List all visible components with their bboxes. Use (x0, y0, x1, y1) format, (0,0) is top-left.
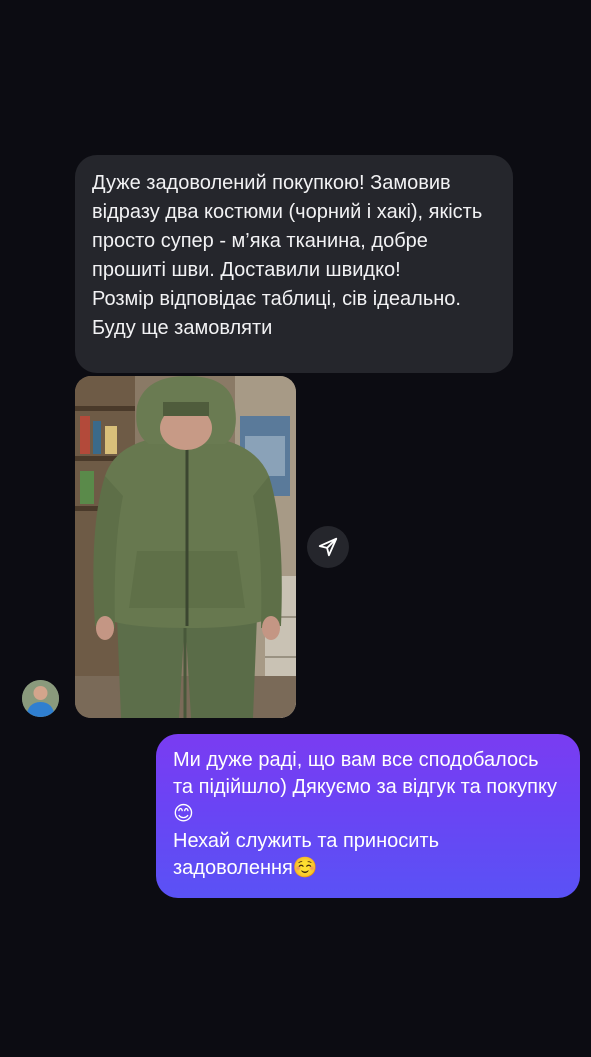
outgoing-message-text-1: Ми дуже раді, що вам все сподобалось та … (173, 749, 557, 825)
photo-attachment[interactable] (75, 376, 296, 718)
outgoing-message-text-2: Нехай служить та приносить задоволення☺️ (173, 830, 439, 879)
photo-man-khaki-tracksuit (75, 376, 296, 718)
chat-thread: Дуже задоволений покупкою! Замовив відра… (0, 0, 591, 1057)
user-avatar[interactable] (22, 680, 59, 717)
share-button[interactable] (307, 526, 349, 568)
incoming-message-text-2: Розмір відповідає таблиці, сів ідеально.… (92, 288, 461, 339)
incoming-message-text-1: Дуже задоволений покупкою! Замовив відра… (92, 172, 483, 281)
paper-plane-icon (318, 537, 338, 557)
incoming-message-bubble[interactable]: Дуже задоволений покупкою! Замовив відра… (75, 155, 513, 373)
outgoing-message-bubble[interactable]: Ми дуже раді, що вам все сподобалось та … (156, 734, 580, 898)
avatar-photo (22, 680, 59, 717)
